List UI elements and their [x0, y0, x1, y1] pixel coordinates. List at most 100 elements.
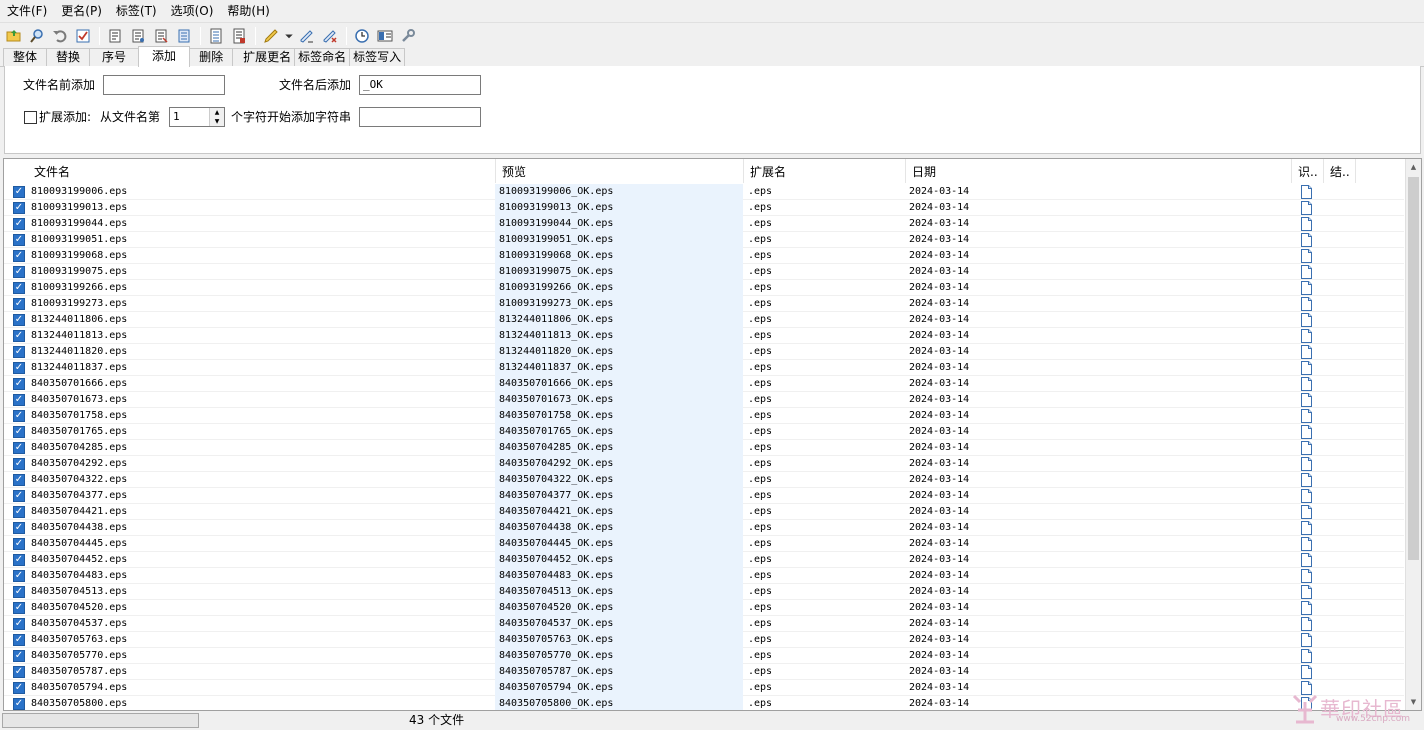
spin-down-icon[interactable]: ▼ [210, 117, 224, 126]
tab-add[interactable]: 添加 [138, 46, 191, 67]
row-checkbox[interactable]: ✓ [13, 266, 25, 278]
tab-extended-rename[interactable]: 扩展更名 [232, 48, 296, 66]
column-recognize[interactable]: 识.. [1294, 159, 1324, 183]
menu-file[interactable]: 文件(F) [0, 0, 54, 22]
prefix-input[interactable] [103, 75, 225, 95]
extended-add-checkbox[interactable] [24, 111, 37, 124]
row-checkbox[interactable]: ✓ [13, 682, 25, 694]
row-checkbox[interactable]: ✓ [13, 330, 25, 342]
tag-icon-2[interactable] [127, 25, 149, 47]
search-icon[interactable] [26, 25, 48, 47]
column-result[interactable]: 结.. [1326, 159, 1356, 183]
table-row[interactable]: ✓ 840350701673.eps 840350701673_OK.eps .eps… [4, 392, 1404, 408]
tab-tag-write[interactable]: 标签写入 [349, 48, 406, 66]
row-checkbox[interactable]: ✓ [13, 426, 25, 438]
table-row[interactable]: ✓ 813244011806.eps 813244011806_OK.eps .eps… [4, 312, 1404, 328]
menu-tags[interactable]: 标签(T) [109, 0, 164, 22]
row-checkbox[interactable]: ✓ [13, 362, 25, 374]
table-row[interactable]: ✓ 813244011837.eps 813244011837_OK.eps .eps… [4, 360, 1404, 376]
spinner-arrows[interactable]: ▲ ▼ [209, 108, 224, 126]
panel-icon[interactable] [374, 25, 396, 47]
row-checkbox[interactable]: ✓ [13, 218, 25, 230]
dropdown-arrow-icon[interactable] [283, 25, 295, 47]
table-row[interactable]: ✓ 840350704520.eps 840350704520_OK.eps .eps… [4, 600, 1404, 616]
table-row[interactable]: ✓ 840350705787.eps 840350705787_OK.eps .eps… [4, 664, 1404, 680]
table-row[interactable]: ✓ 840350704483.eps 840350704483_OK.eps .eps… [4, 568, 1404, 584]
table-row[interactable]: ✓ 840350704322.eps 840350704322_OK.eps .eps… [4, 472, 1404, 488]
pen-icon[interactable] [296, 25, 318, 47]
tab-overall[interactable]: 整体 [3, 48, 48, 66]
table-row[interactable]: ✓ 840350701666.eps 840350701666_OK.eps .eps… [4, 376, 1404, 392]
row-checkbox[interactable]: ✓ [13, 522, 25, 534]
column-filename[interactable]: 文件名 [28, 159, 496, 183]
spin-up-icon[interactable]: ▲ [210, 108, 224, 117]
pen-remove-icon[interactable] [319, 25, 341, 47]
column-extension[interactable]: 扩展名 [744, 159, 906, 183]
vertical-scrollbar[interactable]: ▲ ▼ [1405, 159, 1421, 710]
row-checkbox[interactable]: ✓ [13, 538, 25, 550]
row-checkbox[interactable]: ✓ [13, 346, 25, 358]
tab-replace[interactable]: 替换 [46, 48, 91, 66]
row-checkbox[interactable]: ✓ [13, 650, 25, 662]
row-checkbox[interactable]: ✓ [13, 458, 25, 470]
insert-string-input[interactable] [359, 107, 481, 127]
table-row[interactable]: ✓ 813244011813.eps 813244011813_OK.eps .eps… [4, 328, 1404, 344]
row-checkbox[interactable]: ✓ [13, 490, 25, 502]
row-checkbox[interactable]: ✓ [13, 474, 25, 486]
row-checkbox[interactable]: ✓ [13, 442, 25, 454]
table-row[interactable]: ✓ 840350701765.eps 840350701765_OK.eps .eps… [4, 424, 1404, 440]
table-row[interactable]: ✓ 840350704513.eps 840350704513_OK.eps .eps… [4, 584, 1404, 600]
table-row[interactable]: ✓ 840350704452.eps 840350704452_OK.eps .eps… [4, 552, 1404, 568]
row-checkbox[interactable]: ✓ [13, 602, 25, 614]
menu-help[interactable]: 帮助(H) [220, 0, 276, 22]
undo-icon[interactable] [49, 25, 71, 47]
table-row[interactable]: ✓ 810093199273.eps 810093199273_OK.eps .eps… [4, 296, 1404, 312]
row-checkbox[interactable]: ✓ [13, 586, 25, 598]
table-row[interactable]: ✓ 810093199068.eps 810093199068_OK.eps .eps… [4, 248, 1404, 264]
row-checkbox[interactable]: ✓ [13, 314, 25, 326]
tag-icon-3[interactable] [150, 25, 172, 47]
row-checkbox[interactable]: ✓ [13, 506, 25, 518]
table-row[interactable]: ✓ 840350704377.eps 840350704377_OK.eps .eps… [4, 488, 1404, 504]
row-checkbox[interactable]: ✓ [13, 634, 25, 646]
scroll-up-icon[interactable]: ▲ [1406, 159, 1421, 175]
table-row[interactable]: ✓ 810093199013.eps 810093199013_OK.eps .eps… [4, 200, 1404, 216]
table-row[interactable]: ✓ 840350701758.eps 840350701758_OK.eps .eps… [4, 408, 1404, 424]
list-icon[interactable] [205, 25, 227, 47]
row-checkbox[interactable]: ✓ [13, 282, 25, 294]
suffix-input[interactable]: _OK [359, 75, 481, 95]
tag-icon-4[interactable] [173, 25, 195, 47]
file-list[interactable]: 文件名 预览 扩展名 日期 识.. 结.. ✓ 810093199006.eps 8… [3, 158, 1422, 711]
column-date[interactable]: 日期 [906, 159, 1292, 183]
tab-tag-naming[interactable]: 标签命名 [294, 48, 351, 66]
clock-icon[interactable] [351, 25, 373, 47]
open-folder-icon[interactable] [3, 25, 25, 47]
tab-sequence[interactable]: 序号 [89, 48, 140, 66]
tab-delete[interactable]: 删除 [189, 48, 234, 66]
table-row[interactable]: ✓ 840350705770.eps 840350705770_OK.eps .eps… [4, 648, 1404, 664]
scroll-thumb[interactable] [1408, 177, 1419, 560]
menu-options[interactable]: 选项(O) [164, 0, 221, 22]
table-row[interactable]: ✓ 840350704445.eps 840350704445_OK.eps .eps… [4, 536, 1404, 552]
menu-rename[interactable]: 更名(P) [54, 0, 109, 22]
table-row[interactable]: ✓ 840350704292.eps 840350704292_OK.eps .eps… [4, 456, 1404, 472]
table-row[interactable]: ✓ 840350704438.eps 840350704438_OK.eps .eps… [4, 520, 1404, 536]
position-spinner[interactable]: 1 ▲ ▼ [169, 107, 225, 127]
table-row[interactable]: ✓ 810093199075.eps 810093199075_OK.eps .eps… [4, 264, 1404, 280]
row-checkbox[interactable]: ✓ [13, 554, 25, 566]
table-row[interactable]: ✓ 810093199006.eps 810093199006_OK.eps .eps… [4, 184, 1404, 200]
row-checkbox[interactable]: ✓ [13, 234, 25, 246]
table-row[interactable]: ✓ 810093199051.eps 810093199051_OK.eps .eps… [4, 232, 1404, 248]
table-row[interactable]: ✓ 840350704285.eps 840350704285_OK.eps .eps… [4, 440, 1404, 456]
row-checkbox[interactable]: ✓ [13, 250, 25, 262]
edit-list-icon[interactable] [228, 25, 250, 47]
check-icon[interactable] [72, 25, 94, 47]
row-checkbox[interactable]: ✓ [13, 570, 25, 582]
row-checkbox[interactable]: ✓ [13, 698, 25, 710]
table-row[interactable]: ✓ 840350704537.eps 840350704537_OK.eps .eps… [4, 616, 1404, 632]
row-checkbox[interactable]: ✓ [13, 186, 25, 198]
table-row[interactable]: ✓ 840350705800.eps 840350705800_OK.eps .eps… [4, 696, 1404, 710]
table-row[interactable]: ✓ 840350704421.eps 840350704421_OK.eps .eps… [4, 504, 1404, 520]
table-row[interactable]: ✓ 840350705794.eps 840350705794_OK.eps .eps… [4, 680, 1404, 696]
table-row[interactable]: ✓ 840350705763.eps 840350705763_OK.eps .eps… [4, 632, 1404, 648]
